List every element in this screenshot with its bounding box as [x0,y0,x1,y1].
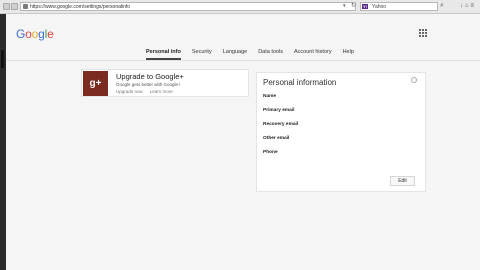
tab-account-history[interactable]: Account history [294,49,332,59]
yahoo-icon[interactable]: Y! [362,4,368,9]
tab-language[interactable]: Language [223,49,247,59]
google-logo[interactable]: Google [16,27,54,41]
toolbar-right-icons: ↓⌂≡ [460,2,476,10]
tab-help[interactable]: Help [343,49,354,59]
search-icon[interactable]: ⌕ [440,2,444,10]
tab-security[interactable]: Security [192,49,212,59]
info-icon [411,77,417,83]
upgrade-links: Upgrade now Learn more [116,89,180,94]
browser-toolbar: https://www.google.com/settings/personal… [0,0,480,14]
settings-page: Google Personal info Security Language D… [6,14,480,270]
tab-personal-info[interactable]: Personal info [146,49,181,60]
google-plus-icon[interactable]: g+ [83,71,108,96]
forward-icon[interactable] [11,3,18,10]
reload-icon[interactable]: ↻ [351,3,356,10]
upgrade-card: g+ Upgrade to Google+ Google gets better… [81,69,249,97]
upgrade-subtitle: Google gets better with Google+ [116,82,181,87]
field-primary-email: Primary email [263,108,295,113]
back-icon[interactable] [3,3,10,10]
menu-icon[interactable]: ≡ [470,3,476,9]
field-recovery-email: Recovery email [263,122,299,127]
field-phone: Phone [263,150,278,155]
upgrade-title: Upgrade to Google+ [116,72,184,81]
dropdown-icon[interactable]: ▾ [343,3,346,10]
settings-tabs: Personal info Security Language Data too… [146,49,365,60]
field-name: Name [263,94,277,99]
url-text: https://www.google.com/settings/personal… [30,4,131,10]
tabs-divider [6,60,480,61]
lock-icon [23,4,28,9]
upgrade-now-link[interactable]: Upgrade now [116,89,143,94]
personal-info-card: Personal information Name Primary email … [256,72,426,192]
search-placeholder: Yahoo [372,4,387,10]
address-bar[interactable]: https://www.google.com/settings/personal… [20,2,356,11]
tab-data-tools[interactable]: Data tools [258,49,283,59]
apps-grid-icon[interactable] [419,29,427,37]
screen: https://www.google.com/settings/personal… [0,0,480,270]
personal-info-title: Personal information [263,78,337,87]
edge-marker [1,50,4,68]
edit-button[interactable]: Edit [390,176,415,186]
field-other-email: Other email [263,136,290,141]
search-input[interactable]: Y! Yahoo [360,2,438,11]
learn-more-link[interactable]: Learn more [150,89,173,94]
